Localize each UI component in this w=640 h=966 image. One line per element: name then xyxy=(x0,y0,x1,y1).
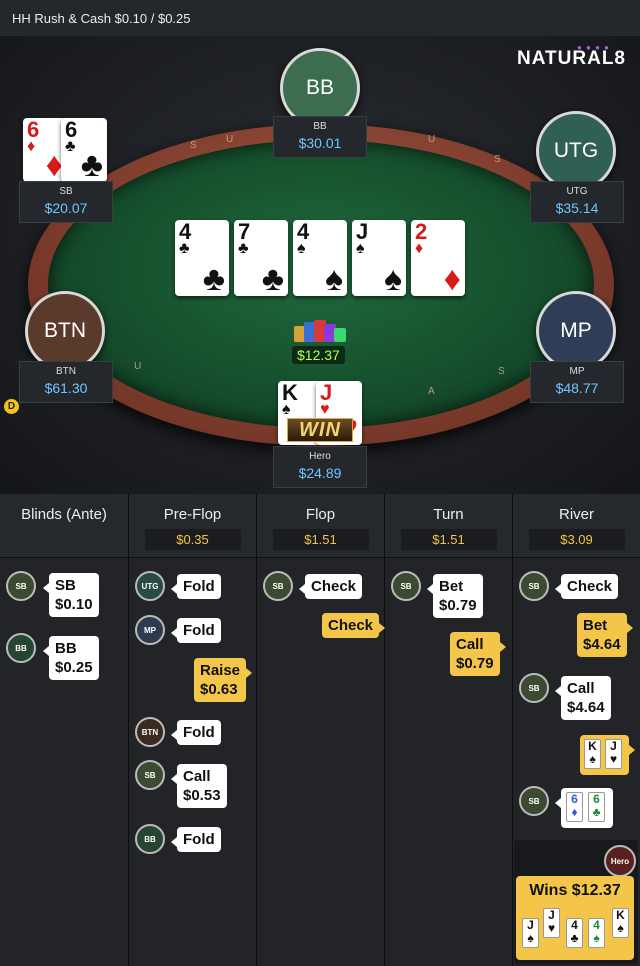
nameplate-mp: MP $48.77 xyxy=(530,361,624,403)
mini-card: J ♠ xyxy=(522,918,539,948)
hand-title: HH Rush & Cash $0.10 / $0.25 xyxy=(12,11,191,26)
street-pot: $1.51 xyxy=(272,529,369,550)
nameplate-btn: BTN $61.30 xyxy=(19,361,113,403)
seat-btn[interactable]: BTN xyxy=(25,291,105,371)
mini-card: 4 ♠ xyxy=(588,918,605,948)
player-badge-sb: SB xyxy=(519,571,549,601)
natural8-logo: ● ● ● ● NATURAL8 xyxy=(517,43,626,69)
table-area: ● ● ● ● NATURAL8 S U U S U A S BB BB $30… xyxy=(0,36,640,494)
mini-card: K ♠ xyxy=(584,739,601,769)
column-header: Turn $1.51 xyxy=(385,494,512,558)
player-badge-sb: SB xyxy=(519,786,549,816)
player-badge-sb: SB xyxy=(6,571,36,601)
win-badge: WIN xyxy=(287,418,353,442)
player-badge-mp: MP xyxy=(135,615,165,645)
player-stack: $30.01 xyxy=(298,135,342,151)
column-preflop: Pre-Flop $0.35 UTG Fold MP Fold Raise $0.… xyxy=(129,494,257,966)
hero-action-bubble: Check xyxy=(322,613,386,638)
player-stack: $61.30 xyxy=(44,380,88,396)
logo-dots-icon: ● ● ● ● xyxy=(577,43,610,52)
player-badge-hero: Hero xyxy=(604,845,636,877)
mini-card: K ♠ xyxy=(612,908,629,938)
street-pot: $0.35 xyxy=(144,529,241,550)
sb-shown-cards: 6 ♦ 6 ♣ xyxy=(555,788,613,828)
rail-decor-text: S xyxy=(498,366,505,377)
action-bubble: Fold xyxy=(171,574,221,599)
action-bubble: Fold xyxy=(171,618,221,643)
action-bubble: BB $0.25 xyxy=(43,636,99,680)
seat-utg[interactable]: UTG xyxy=(536,111,616,191)
action-bubble: Fold xyxy=(171,827,221,852)
rail-decor-text: A xyxy=(428,386,435,397)
player-name: MP xyxy=(569,366,585,377)
street-pot: $1.51 xyxy=(400,529,497,550)
player-badge-sb: SB xyxy=(135,760,165,790)
column-turn: Turn $1.51 SB Bet $0.79 Call $0.79 xyxy=(385,494,513,966)
action-bubble: Call $0.53 xyxy=(171,764,227,808)
board-card: 4 ♠ ♠ xyxy=(293,220,347,296)
rail-decor-text: U xyxy=(428,134,436,145)
hero-action-bubble: Call $0.79 xyxy=(450,632,506,676)
wins-panel: Wins $12.37 J ♠ J ♥ 4 ♣ 4 ♠ K ♠ xyxy=(516,876,634,960)
column-flop: Flop $1.51 SB Check Check xyxy=(257,494,386,966)
player-name: BB xyxy=(313,121,327,132)
player-stack: $20.07 xyxy=(44,200,88,216)
nameplate-utg: UTG $35.14 xyxy=(530,181,624,223)
seat-mp[interactable]: MP xyxy=(536,291,616,371)
player-name: BTN xyxy=(56,366,76,377)
player-badge-sb: SB xyxy=(391,571,421,601)
board-card: 7 ♣ ♣ xyxy=(234,220,288,296)
pot-chips-icon xyxy=(290,320,346,348)
player-badge-btn: BTN xyxy=(135,717,165,747)
column-blinds: Blinds (Ante) SB SB $0.10 BB BB $0.25 xyxy=(0,494,129,966)
hero-action-bubble: Raise $0.63 xyxy=(194,658,253,702)
player-stack: $35.14 xyxy=(555,200,599,216)
board-card: 4 ♣ ♣ xyxy=(175,220,229,296)
player-stack: $24.89 xyxy=(298,465,342,481)
mini-card: J ♥ xyxy=(605,739,622,769)
board-card: J ♠ ♠ xyxy=(352,220,406,296)
nameplate-hero: Hero $24.89 xyxy=(273,446,367,488)
column-header: Flop $1.51 xyxy=(257,494,384,558)
board-card: 2 ♦ ♦ xyxy=(411,220,465,296)
nameplate-bb: BB $30.01 xyxy=(273,116,367,158)
mini-card: 6 ♦ xyxy=(566,792,583,822)
action-bubble: Check xyxy=(554,574,619,599)
mini-card: 4 ♣ xyxy=(566,918,583,948)
player-badge-sb: SB xyxy=(519,673,549,703)
rail-decor-text: S xyxy=(190,140,197,151)
column-header: River $3.09 xyxy=(513,494,640,558)
hero-shown-cards: K ♠ J ♥ xyxy=(580,735,635,775)
player-name: UTG xyxy=(566,186,588,197)
column-header: Blinds (Ante) xyxy=(0,494,128,558)
player-stack: $48.77 xyxy=(555,380,599,396)
mini-card: J ♥ xyxy=(543,908,560,938)
player-badge-utg: UTG xyxy=(135,571,165,601)
playing-card: 6 ♣ ♣ xyxy=(61,118,107,182)
rail-decor-text: U xyxy=(226,134,234,145)
action-bubble: SB $0.10 xyxy=(43,573,99,617)
dealer-button-icon: D xyxy=(4,399,19,414)
player-name: Hero xyxy=(309,451,331,462)
mini-card: 6 ♣ xyxy=(588,792,605,822)
pot-amount: $12.37 xyxy=(292,346,345,364)
column-header: Pre-Flop $0.35 xyxy=(129,494,256,558)
hero-action-bubble: Bet $4.64 xyxy=(577,613,633,657)
action-bubble: Call $4.64 xyxy=(555,676,611,720)
player-name: SB xyxy=(59,186,73,197)
header-bar: HH Rush & Cash $0.10 / $0.25 xyxy=(0,0,640,36)
rail-decor-text: U xyxy=(134,361,142,372)
hand-history-screen: HH Rush & Cash $0.10 / $0.25 ● ● ● ● NAT… xyxy=(0,0,640,966)
wins-amount: Wins $12.37 xyxy=(529,882,621,899)
action-bubble: Fold xyxy=(171,720,221,745)
player-badge-bb: BB xyxy=(135,824,165,854)
rail-decor-text: S xyxy=(494,154,501,165)
player-badge-bb: BB xyxy=(6,633,36,663)
street-pot: $3.09 xyxy=(528,529,625,550)
player-badge-sb: SB xyxy=(263,571,293,601)
action-history: Blinds (Ante) SB SB $0.10 BB BB $0.25 Pre-… xyxy=(0,494,640,966)
nameplate-sb: SB $20.07 xyxy=(19,181,113,223)
action-bubble: Check xyxy=(298,574,363,599)
action-bubble: Bet $0.79 xyxy=(427,574,483,618)
